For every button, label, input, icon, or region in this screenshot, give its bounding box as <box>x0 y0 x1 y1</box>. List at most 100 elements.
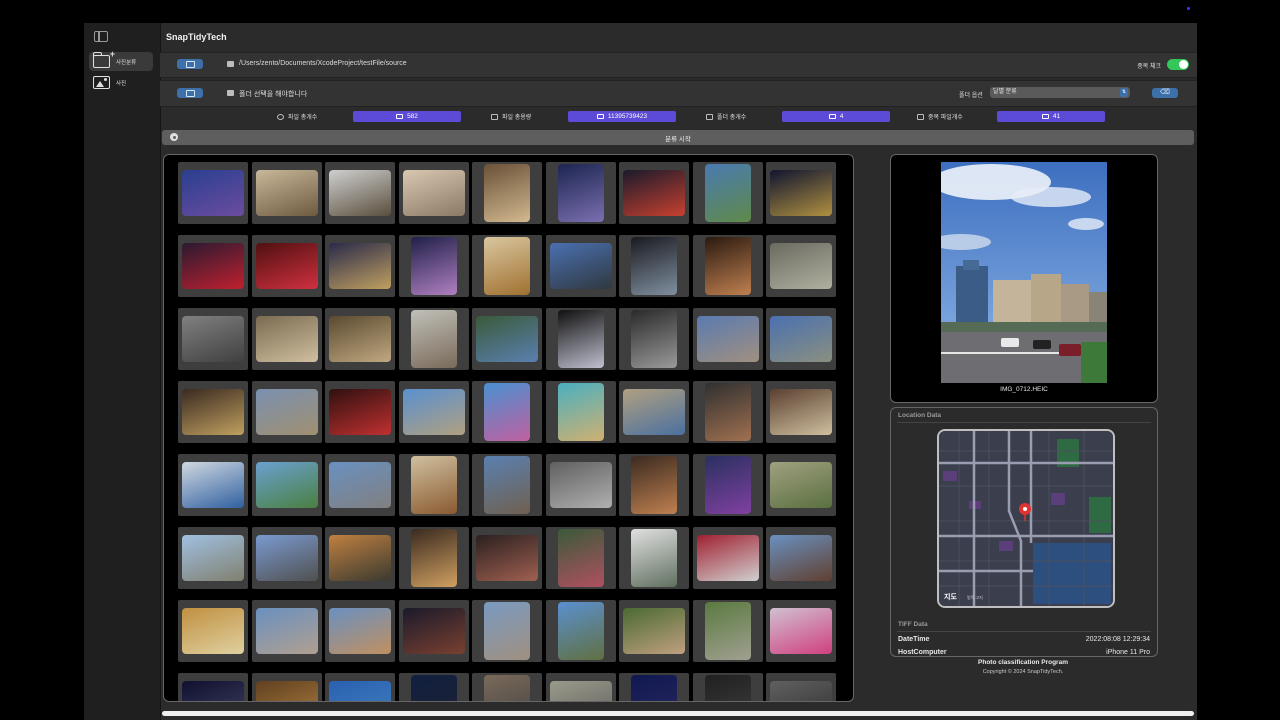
photo-thumbnail-image <box>549 681 612 701</box>
photo-thumbnail[interactable] <box>398 162 469 224</box>
photo-thumbnail[interactable] <box>178 162 248 224</box>
photo-thumbnail[interactable] <box>178 673 248 701</box>
photo-thumbnail[interactable] <box>251 673 322 701</box>
photo-thumbnail[interactable] <box>325 454 395 516</box>
photo-thumbnail[interactable] <box>251 381 322 443</box>
photo-thumbnail-image <box>182 681 244 701</box>
photo-thumbnail[interactable] <box>325 308 395 370</box>
folder-option-select[interactable]: 달별 분류 ⇅ <box>990 87 1130 98</box>
photo-thumbnail[interactable] <box>692 527 763 589</box>
photo-thumbnail[interactable] <box>692 308 763 370</box>
photo-thumbnail[interactable] <box>766 381 836 443</box>
photo-thumbnail[interactable] <box>545 673 616 701</box>
photo-thumbnail[interactable] <box>766 527 836 589</box>
sidebar: 사진분류 사진 <box>84 23 161 720</box>
duplicate-check-toggle[interactable] <box>1167 59 1189 70</box>
start-classification-button[interactable]: 분류 시작 <box>162 130 1194 145</box>
photo-thumbnail[interactable] <box>766 673 836 701</box>
photo-thumbnail[interactable] <box>398 381 469 443</box>
photo-thumbnail[interactable] <box>545 454 616 516</box>
photo-thumbnail-image <box>631 529 677 587</box>
photo-thumbnail[interactable] <box>472 527 542 589</box>
photo-thumbnail-image <box>704 456 751 514</box>
photo-thumbnail[interactable] <box>619 454 689 516</box>
metadata-panel: Location Data 지도 법적 고지 TIFF Data DateTim… <box>890 407 1158 657</box>
photo-thumbnail[interactable] <box>692 454 763 516</box>
photo-thumbnail[interactable] <box>178 235 248 297</box>
photo-thumbnail[interactable] <box>178 454 248 516</box>
photo-thumbnail[interactable] <box>766 600 836 662</box>
photo-thumbnail[interactable] <box>545 381 616 443</box>
photo-thumbnail[interactable] <box>398 527 469 589</box>
sidebar-toggle-icon[interactable] <box>94 31 108 42</box>
location-title: Location Data <box>898 412 941 419</box>
photo-thumbnail[interactable] <box>251 235 322 297</box>
photo-thumbnail[interactable] <box>766 454 836 516</box>
photo-thumbnail-image <box>696 316 759 362</box>
destination-placeholder: 폴더 선택을 해야합니다 <box>239 91 308 98</box>
sidebar-item-photos[interactable]: 사진 <box>89 73 153 92</box>
folder-add-icon <box>93 49 115 68</box>
photo-thumbnail[interactable] <box>178 381 248 443</box>
horizontal-scrollbar[interactable] <box>162 711 1194 716</box>
sidebar-item-classify[interactable]: 사진분류 <box>89 49 153 71</box>
photo-thumbnail[interactable] <box>472 600 542 662</box>
photos-icon <box>396 114 404 119</box>
photo-thumbnail[interactable] <box>766 162 836 224</box>
photo-thumbnail[interactable] <box>398 454 469 516</box>
photo-thumbnail[interactable] <box>398 673 469 701</box>
photo-thumbnail[interactable] <box>178 308 248 370</box>
photo-thumbnail[interactable] <box>619 235 689 297</box>
photo-thumbnail-image <box>770 316 832 362</box>
photo-thumbnail[interactable] <box>472 381 542 443</box>
photo-thumbnail[interactable] <box>325 600 395 662</box>
photo-thumbnail[interactable] <box>398 235 469 297</box>
photo-thumbnail[interactable] <box>692 235 763 297</box>
photo-thumbnail[interactable] <box>251 600 322 662</box>
photo-thumbnail[interactable] <box>178 527 248 589</box>
photo-thumbnail[interactable] <box>619 162 689 224</box>
photo-thumbnail[interactable] <box>325 527 395 589</box>
photo-thumbnail[interactable] <box>619 308 689 370</box>
hostcomputer-key: HostComputer <box>898 649 947 656</box>
photo-thumbnail[interactable] <box>692 162 763 224</box>
photo-thumbnail[interactable] <box>325 235 395 297</box>
divider <box>897 422 1151 423</box>
photo-thumbnail[interactable] <box>545 527 616 589</box>
photo-thumbnail[interactable] <box>766 235 836 297</box>
photo-thumbnail[interactable] <box>325 381 395 443</box>
photo-thumbnail[interactable] <box>472 673 542 701</box>
select-source-button[interactable] <box>177 59 203 69</box>
clear-button[interactable]: ⌫ <box>1152 88 1178 98</box>
photo-thumbnail[interactable] <box>766 308 836 370</box>
photo-thumbnail[interactable] <box>251 162 322 224</box>
photo-thumbnail[interactable] <box>692 600 763 662</box>
location-map[interactable]: 지도 법적 고지 <box>937 429 1115 608</box>
photo-thumbnail[interactable] <box>472 235 542 297</box>
photo-thumbnail[interactable] <box>472 162 542 224</box>
photo-thumbnail[interactable] <box>251 308 322 370</box>
photo-thumbnail[interactable] <box>398 308 469 370</box>
photo-thumbnail[interactable] <box>251 454 322 516</box>
photo-thumbnail[interactable] <box>619 600 689 662</box>
photo-thumbnail[interactable] <box>619 381 689 443</box>
photo-thumbnail[interactable] <box>545 600 616 662</box>
photo-thumbnail[interactable] <box>325 162 395 224</box>
photo-thumbnail[interactable] <box>325 673 395 701</box>
datetime-key: DateTime <box>898 636 930 643</box>
select-destination-button[interactable] <box>177 88 203 98</box>
photo-thumbnail[interactable] <box>472 308 542 370</box>
photo-thumbnail[interactable] <box>692 673 763 701</box>
photo-thumbnail[interactable] <box>619 673 689 701</box>
photo-thumbnail[interactable] <box>692 381 763 443</box>
photo-thumbnail[interactable] <box>545 162 616 224</box>
photo-thumbnail[interactable] <box>545 308 616 370</box>
photo-thumbnail[interactable] <box>398 600 469 662</box>
photo-thumbnail[interactable] <box>251 527 322 589</box>
photo-thumbnail[interactable] <box>472 454 542 516</box>
photo-thumbnail[interactable] <box>619 527 689 589</box>
photo-thumbnail[interactable] <box>545 235 616 297</box>
map-legal-link[interactable]: 법적 고지 <box>967 595 983 601</box>
photo-thumbnail[interactable] <box>178 600 248 662</box>
photo-thumbnail-image <box>255 316 318 362</box>
